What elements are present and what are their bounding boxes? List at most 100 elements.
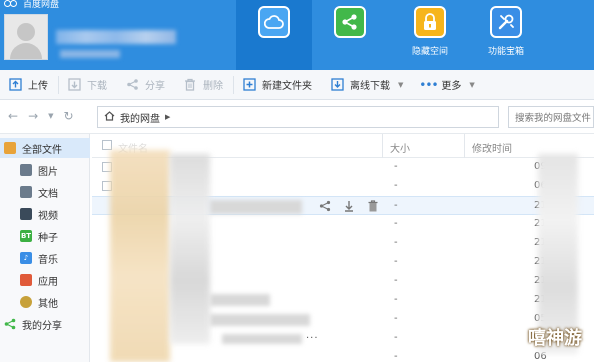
tab-toolbox[interactable]: 功能宝箱 — [468, 0, 544, 70]
app-brand-label: 百度网盘 — [23, 0, 60, 10]
back-arrow-icon[interactable]: ← — [8, 109, 18, 123]
other-icon — [20, 296, 32, 308]
row-size: - — [394, 218, 398, 229]
breadcrumb[interactable]: 我的网盘 ▶ — [97, 106, 499, 128]
filenames-redacted — [170, 154, 210, 344]
share-icon — [334, 6, 366, 38]
home-icon — [104, 110, 115, 124]
download-icon — [67, 78, 81, 92]
history-dropdown-icon[interactable]: ▼ — [48, 112, 53, 120]
sidebar-item-all-files[interactable]: 全部文件 — [0, 138, 90, 158]
column-divider — [464, 134, 465, 158]
download-button[interactable]: 下载 — [59, 70, 117, 100]
sidebar-item-label: 我的分享 — [22, 320, 62, 332]
file-list: 文件名 大小 修改时间 - 09: - 06: - 21 - 21 — [92, 134, 594, 362]
sidebar-item-videos[interactable]: 视频 — [20, 204, 58, 224]
avatar[interactable] — [4, 14, 48, 60]
sidebar-item-label: 其他 — [38, 298, 58, 310]
sidebar-item-music[interactable]: ♪ 音乐 — [20, 248, 58, 268]
baidu-pan-logo-icon — [4, 0, 20, 8]
folder-icon — [4, 142, 16, 154]
tab-hidden-space-label: 隐藏空间 — [411, 47, 448, 57]
tab-my-disk[interactable] — [236, 0, 312, 70]
app-icon — [20, 274, 32, 286]
sidebar-item-documents[interactable]: 文档 — [20, 182, 58, 202]
tab-hidden-space[interactable]: 隐藏空间 — [392, 0, 468, 70]
row-size: - — [394, 294, 398, 305]
upload-icon — [8, 78, 22, 92]
filenames-redacted — [110, 150, 170, 362]
delete-button[interactable]: 删除 — [175, 70, 233, 100]
offline-download-button[interactable]: 离线下载 ▼ — [322, 70, 413, 100]
more-label: 更多 — [441, 81, 462, 92]
video-icon — [20, 208, 32, 220]
chevron-down-icon: ▼ — [469, 80, 475, 89]
breadcrumb-root[interactable]: 我的网盘 — [120, 110, 160, 125]
row-size: - — [394, 313, 398, 324]
trash-icon — [183, 78, 197, 92]
sidebar-item-label: 视频 — [38, 210, 58, 222]
more-dots-icon: ••• — [419, 77, 438, 92]
row-size: - — [394, 237, 398, 248]
sidebar-item-label: 音乐 — [38, 254, 58, 266]
chevron-down-icon: ▼ — [398, 80, 404, 89]
cloud-icon — [258, 6, 290, 38]
filename-redacted — [210, 314, 310, 326]
chevron-right-icon: ▶ — [165, 113, 171, 121]
delete-label: 删除 — [203, 81, 223, 92]
share-button[interactable]: 分享 — [117, 70, 175, 100]
torrent-icon: BT — [20, 230, 32, 242]
sidebar-item-my-shares[interactable]: 我的分享 — [4, 314, 62, 334]
row-size: - — [394, 275, 398, 286]
select-all-checkbox[interactable] — [102, 140, 112, 150]
sidebar-item-label: 种子 — [38, 232, 58, 244]
image-icon — [20, 164, 32, 176]
lock-icon — [414, 6, 446, 38]
username-redacted — [56, 30, 176, 44]
sidebar-item-images[interactable]: 图片 — [20, 160, 58, 180]
more-indicator: ... — [306, 330, 319, 341]
download-icon[interactable] — [342, 199, 356, 213]
refresh-icon[interactable]: ↻ — [64, 109, 74, 123]
new-folder-icon — [242, 78, 256, 92]
user-info-redacted — [60, 50, 120, 58]
share-label: 分享 — [145, 81, 165, 92]
row-size: - — [394, 351, 398, 362]
column-size[interactable]: 大小 — [390, 140, 410, 155]
toolbox-icon — [490, 6, 522, 38]
document-icon — [20, 186, 32, 198]
address-bar: ← → ▼ ↻ 我的网盘 ▶ 搜索我的网盘文件 — [0, 100, 594, 134]
row-size: - — [394, 180, 398, 191]
download-label: 下载 — [87, 81, 107, 92]
share-small-icon — [125, 78, 139, 92]
upload-label: 上传 — [28, 81, 48, 92]
row-size: - — [394, 256, 398, 267]
search-input[interactable]: 搜索我的网盘文件 — [508, 106, 594, 128]
top-header: 百度网盘 隐藏空间 功能宝箱 — [0, 0, 594, 70]
column-divider — [382, 134, 383, 158]
filename-redacted — [210, 200, 302, 214]
trash-icon[interactable] — [366, 199, 380, 213]
watermark: 嘻神游 — [528, 328, 582, 349]
tab-toolbox-label: 功能宝箱 — [487, 47, 524, 57]
filename-redacted — [222, 334, 302, 344]
sidebar-item-apps[interactable]: 应用 — [20, 270, 58, 290]
toolbar: 上传 下载 分享 删除 新建文件夹 离线下载 ▼ ••• 更多 ▼ — [0, 70, 594, 100]
sidebar-item-torrents[interactable]: BT 种子 — [20, 226, 58, 246]
row-size: - — [394, 332, 398, 343]
new-folder-button[interactable]: 新建文件夹 — [234, 70, 322, 100]
filename-redacted — [210, 294, 270, 306]
tab-share[interactable] — [312, 0, 388, 70]
row-size: - — [394, 161, 398, 172]
history-nav: ← → ▼ ↻ — [8, 109, 74, 123]
offline-download-icon — [330, 78, 344, 92]
app-brand: 百度网盘 — [4, 0, 60, 10]
share-icon[interactable] — [318, 199, 332, 213]
offline-download-label: 离线下载 — [350, 81, 390, 92]
column-modified[interactable]: 修改时间 — [472, 140, 512, 155]
forward-arrow-icon[interactable]: → — [28, 109, 38, 123]
sidebar-item-other[interactable]: 其他 — [20, 292, 58, 312]
upload-button[interactable]: 上传 — [0, 70, 58, 100]
more-button[interactable]: ••• 更多 ▼ — [413, 70, 484, 100]
row-actions — [318, 199, 380, 213]
